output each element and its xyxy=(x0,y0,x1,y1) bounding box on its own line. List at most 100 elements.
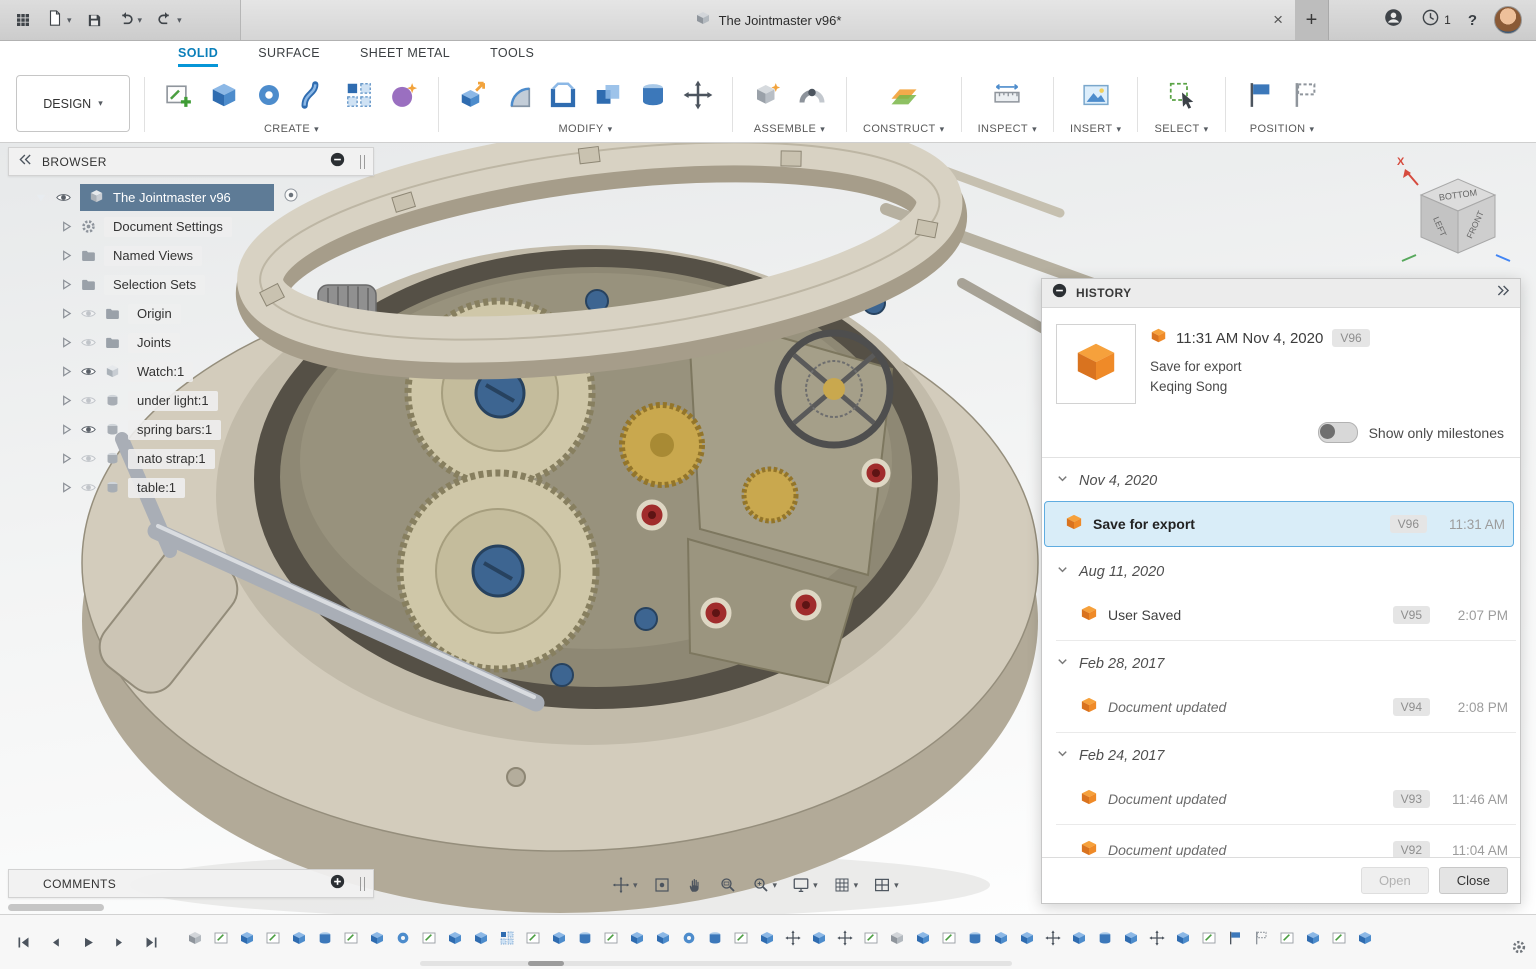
visibility-off-icon[interactable] xyxy=(80,479,97,496)
panel-drag-grip[interactable] xyxy=(360,877,365,891)
orbit-button[interactable]: ▾ xyxy=(612,876,638,894)
timeline-feature-extrude-icon[interactable] xyxy=(758,930,775,947)
disclosure-triangle-icon[interactable] xyxy=(60,365,73,378)
position-menu[interactable]: POSITION▾ xyxy=(1250,121,1315,142)
add-comment-icon[interactable] xyxy=(330,874,345,894)
visibility-on-icon[interactable] xyxy=(55,189,72,206)
timeline-feature-extrude-icon[interactable] xyxy=(1304,930,1321,947)
timeline-feature-cylinder-icon[interactable] xyxy=(576,930,593,947)
fillet-icon[interactable] xyxy=(500,77,536,113)
measure-icon[interactable] xyxy=(989,77,1025,113)
disclosure-triangle-icon[interactable] xyxy=(60,423,73,436)
collapse-panel-icon[interactable] xyxy=(1495,283,1510,303)
browser-header[interactable]: BROWSER xyxy=(8,147,374,176)
timeline-feature-revolve-icon[interactable] xyxy=(680,930,697,947)
disclosure-triangle-icon[interactable] xyxy=(60,307,73,320)
disclosure-triangle-icon[interactable] xyxy=(60,481,73,494)
joint-icon[interactable] xyxy=(794,77,830,113)
shell-icon[interactable] xyxy=(545,77,581,113)
play-button[interactable] xyxy=(76,931,98,953)
timeline-feature-cylinder-icon[interactable] xyxy=(966,930,983,947)
close-button[interactable]: Close xyxy=(1439,867,1508,894)
tab-surface[interactable]: SURFACE xyxy=(258,46,320,67)
timeline-feature-move-icon[interactable] xyxy=(1044,930,1061,947)
minimize-panel-icon[interactable] xyxy=(1052,283,1067,303)
timeline-feature-extrude-icon[interactable] xyxy=(368,930,385,947)
browser-item-joints[interactable]: Joints xyxy=(8,328,374,357)
combine-icon[interactable] xyxy=(590,77,626,113)
step-back-button[interactable] xyxy=(44,931,66,953)
timeline-feature-extrude-icon[interactable] xyxy=(810,930,827,947)
grid-and-snaps-button[interactable]: ▾ xyxy=(833,876,859,894)
avatar[interactable] xyxy=(1494,6,1522,34)
move-copy-icon[interactable] xyxy=(680,77,716,113)
timeline-feature-cylinder-icon[interactable] xyxy=(1096,930,1113,947)
browser-item-under-light-1[interactable]: under light:1 xyxy=(8,386,374,415)
select-icon[interactable] xyxy=(1164,77,1200,113)
disclosure-triangle-icon[interactable] xyxy=(60,452,73,465)
revert-position-icon[interactable] xyxy=(1287,77,1323,113)
tab-sheet-metal[interactable]: SHEET METAL xyxy=(360,46,450,67)
timeline-feature-extrude-icon[interactable] xyxy=(1018,930,1035,947)
timeline-feature-extrude-icon[interactable] xyxy=(1070,930,1087,947)
visibility-off-icon[interactable] xyxy=(80,392,97,409)
look-at-button[interactable] xyxy=(653,876,671,894)
timeline-feature-sketch-icon[interactable] xyxy=(264,930,281,947)
timeline-feature-extrude-icon[interactable] xyxy=(1122,930,1139,947)
panel-drag-grip[interactable] xyxy=(360,155,365,169)
zoom-window-button[interactable] xyxy=(719,876,737,894)
timeline-feature-sketch-icon[interactable] xyxy=(1278,930,1295,947)
history-entry[interactable]: Save for exportV9611:31 AM xyxy=(1044,501,1514,547)
rectangular-pattern-icon[interactable] xyxy=(341,77,377,113)
history-header[interactable]: HISTORY xyxy=(1042,279,1520,308)
create-form-icon[interactable] xyxy=(386,77,422,113)
job-status-icon[interactable] xyxy=(1383,7,1404,33)
inspect-menu[interactable]: INSPECT▾ xyxy=(978,121,1037,142)
save-button[interactable] xyxy=(86,12,103,29)
assemble-menu[interactable]: ASSEMBLE▾ xyxy=(754,121,825,142)
timeline-feature-extrude-icon[interactable] xyxy=(1174,930,1191,947)
history-entry[interactable]: Document updatedV942:08 PM xyxy=(1056,682,1516,733)
timeline-feature-sketch-icon[interactable] xyxy=(524,930,541,947)
timeline-feature-sketch-icon[interactable] xyxy=(602,930,619,947)
disclosure-triangle-icon[interactable] xyxy=(60,278,73,291)
revolve-icon[interactable] xyxy=(251,77,287,113)
collapse-panel-icon[interactable] xyxy=(17,152,32,172)
pan-button[interactable] xyxy=(686,876,704,894)
timeline-feature-move-icon[interactable] xyxy=(1148,930,1165,947)
timeline-feature-sketch-icon[interactable] xyxy=(732,930,749,947)
browser-item-named-views[interactable]: Named Views xyxy=(8,241,374,270)
timeline-feature-sketch-icon[interactable] xyxy=(1200,930,1217,947)
browser-item-selection-sets[interactable]: Selection Sets xyxy=(8,270,374,299)
minimize-panel-icon[interactable] xyxy=(330,152,345,172)
disclosure-triangle-icon[interactable] xyxy=(60,394,73,407)
timeline-feature-sketch-icon[interactable] xyxy=(342,930,359,947)
browser-item-nato-strap-1[interactable]: nato strap:1 xyxy=(8,444,374,473)
visibility-on-icon[interactable] xyxy=(80,421,97,438)
timeline-feature-extrude-icon[interactable] xyxy=(550,930,567,947)
go-to-end-button[interactable] xyxy=(140,931,162,953)
disclosure-triangle-icon[interactable] xyxy=(34,191,47,204)
comments-header[interactable]: COMMENTS xyxy=(8,869,374,898)
disclosure-triangle-icon[interactable] xyxy=(60,220,73,233)
history-date-group[interactable]: Aug 11, 2020 xyxy=(1042,549,1520,590)
browser-item-watch-1[interactable]: Watch:1 xyxy=(8,357,374,386)
undo-button[interactable]: ▾ xyxy=(117,9,143,32)
capture-position-icon[interactable] xyxy=(1242,77,1278,113)
redo-button[interactable]: ▾ xyxy=(156,9,182,32)
press-pull-icon[interactable] xyxy=(455,77,491,113)
create-menu[interactable]: CREATE▾ xyxy=(264,121,319,142)
construct-menu[interactable]: CONSTRUCT▾ xyxy=(863,121,945,142)
history-date-group[interactable]: Feb 24, 2017 xyxy=(1042,733,1520,774)
visibility-on-icon[interactable] xyxy=(80,363,97,380)
history-entry[interactable]: User SavedV952:07 PM xyxy=(1056,590,1516,641)
close-tab-icon[interactable]: × xyxy=(1273,0,1283,40)
timeline-feature-box-gray-icon[interactable] xyxy=(186,930,203,947)
browser-item-document-settings[interactable]: Document Settings xyxy=(8,212,374,241)
timeline-feature-pattern-icon[interactable] xyxy=(498,930,515,947)
view-cube[interactable]: X BOTTOM LEFT FRONT xyxy=(1396,151,1516,263)
insert-image-icon[interactable] xyxy=(1078,77,1114,113)
timeline-feature-cylinder-icon[interactable] xyxy=(316,930,333,947)
browser-root-item[interactable]: The Jointmaster v96 xyxy=(8,183,374,212)
timeline-feature-sketch-icon[interactable] xyxy=(862,930,879,947)
